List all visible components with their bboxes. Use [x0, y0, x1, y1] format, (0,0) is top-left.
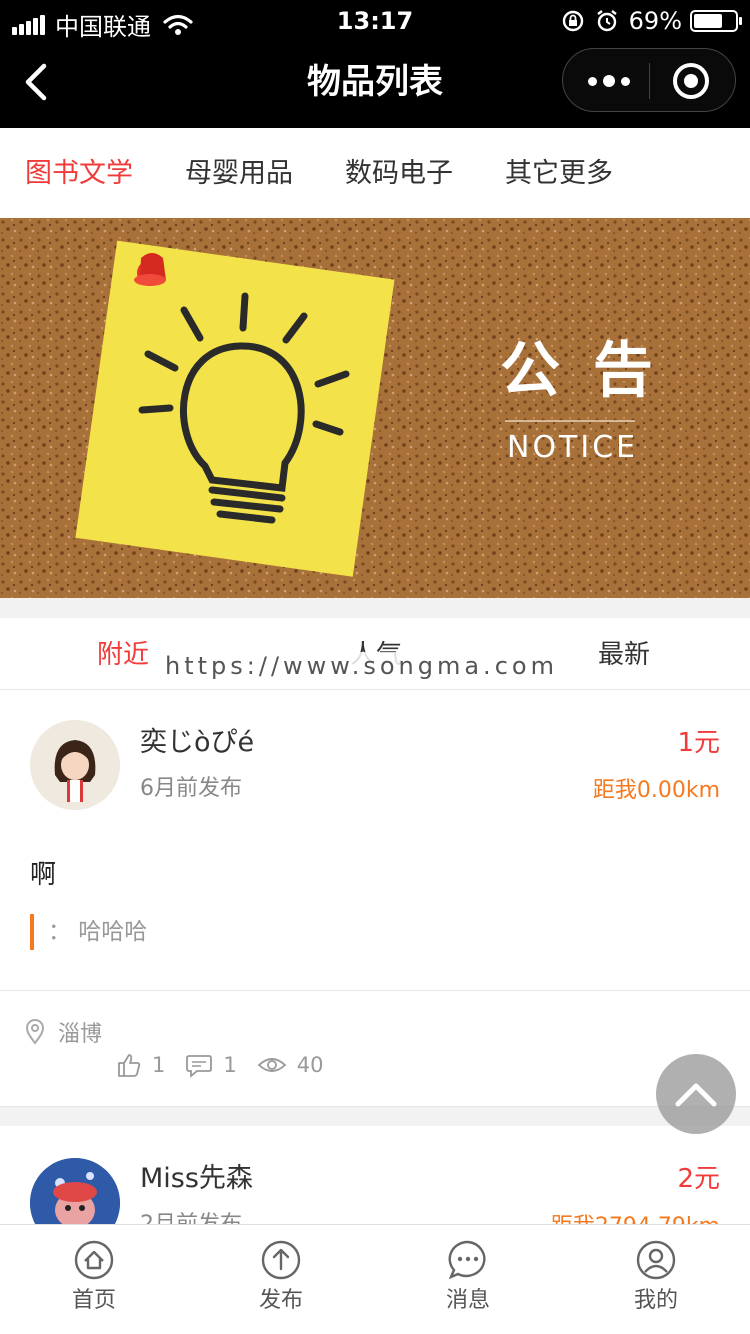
post-price: 2元: [677, 1164, 720, 1194]
section-gap: [0, 598, 750, 618]
back-to-top-button[interactable]: [656, 1054, 736, 1134]
chat-bubble-icon: [448, 1240, 486, 1280]
sort-tab-nearby[interactable]: 附近: [97, 638, 149, 672]
status-bar: 中国联通 13:17 69%: [0, 0, 750, 42]
view-count: 40: [296, 1053, 324, 1077]
comment-count: 1: [223, 1053, 237, 1077]
post-title: 啊: [30, 860, 57, 890]
tab-publish-label: 发布: [258, 1288, 303, 1313]
notice-banner[interactable]: 公 告 NOTICE: [0, 218, 750, 598]
eye-icon: [257, 1058, 287, 1072]
view-stat: 40: [257, 1053, 324, 1077]
category-tab-more[interactable]: 其它更多: [505, 156, 613, 192]
home-icon: [74, 1240, 114, 1280]
sticky-note: [75, 240, 395, 577]
user-icon: [636, 1240, 676, 1280]
battery-icon: [690, 10, 742, 32]
alarm-icon: [596, 10, 617, 32]
comment-stat[interactable]: 1: [185, 1052, 237, 1078]
section-gap: [0, 1106, 750, 1126]
tab-messages-label: 消息: [445, 1288, 490, 1313]
upload-icon: [261, 1240, 301, 1280]
tab-messages[interactable]: 消息: [408, 1239, 528, 1315]
miniprogram-capsule: [562, 48, 736, 112]
post-quote: ： 哈哈哈: [30, 914, 147, 950]
tab-home-label: 首页: [71, 1288, 116, 1313]
thumbs-up-icon: [118, 1054, 141, 1077]
comment-icon: [186, 1055, 213, 1078]
post-time: 6月前发布: [140, 776, 242, 801]
top-bar: 中国联通 13:17 69% 物品列表: [0, 0, 750, 128]
post-time: 2月前发布: [140, 1210, 242, 1224]
post-distance: 距我0.00km: [592, 778, 720, 803]
watermark-text: https://www.songma.com: [165, 652, 558, 680]
avatar[interactable]: [30, 720, 120, 810]
like-count: 1: [152, 1053, 166, 1077]
banner-subtitle: NOTICE: [507, 430, 639, 465]
location-label: 淄博: [58, 1022, 103, 1047]
tab-publish[interactable]: 发布: [221, 1239, 341, 1315]
post-username[interactable]: 奕じòぴé: [140, 726, 254, 760]
tab-profile[interactable]: 我的: [596, 1239, 716, 1315]
post-divider: [0, 990, 750, 991]
tab-home[interactable]: 首页: [34, 1239, 154, 1315]
location-pin-icon: [25, 1019, 45, 1045]
post-distance: 距我2794.79km: [551, 1212, 720, 1224]
rotation-lock-icon: [562, 10, 583, 32]
post-card[interactable]: Miss先森 2月前发布 2元 距我2794.79km: [0, 1126, 750, 1224]
battery-percent: 69%: [628, 7, 682, 35]
like-stat[interactable]: 1: [116, 1052, 165, 1078]
post-location: 淄博: [24, 1016, 102, 1048]
category-tab-books[interactable]: 图书文学: [25, 156, 133, 192]
close-miniprogram-icon[interactable]: [673, 63, 709, 99]
sort-tabs: 附近 人气 最新 https://www.songma.com: [0, 618, 750, 690]
tab-profile-label: 我的: [633, 1288, 678, 1313]
post-username[interactable]: Miss先森: [140, 1162, 253, 1196]
post-stats: 1 1 40: [116, 1052, 343, 1078]
chevron-up-icon: [675, 1083, 717, 1107]
banner-title: 公 告: [500, 336, 659, 406]
category-tab-digital[interactable]: 数码电子: [345, 156, 453, 192]
category-tabs: 图书文学 母婴用品 数码电子 其它更多: [0, 128, 750, 218]
category-tab-baby[interactable]: 母婴用品: [185, 156, 293, 192]
sort-tab-latest[interactable]: 最新: [598, 638, 650, 672]
bottom-tab-bar: 首页 发布 消息 我的: [0, 1224, 750, 1334]
post-price: 1元: [677, 728, 720, 758]
avatar[interactable]: [30, 1158, 120, 1224]
post-card[interactable]: 奕じòぴé 6月前发布 1元 距我0.00km 啊 ： 哈哈哈 淄博 1 1 4…: [0, 690, 750, 1106]
more-menu-icon[interactable]: [585, 67, 633, 95]
